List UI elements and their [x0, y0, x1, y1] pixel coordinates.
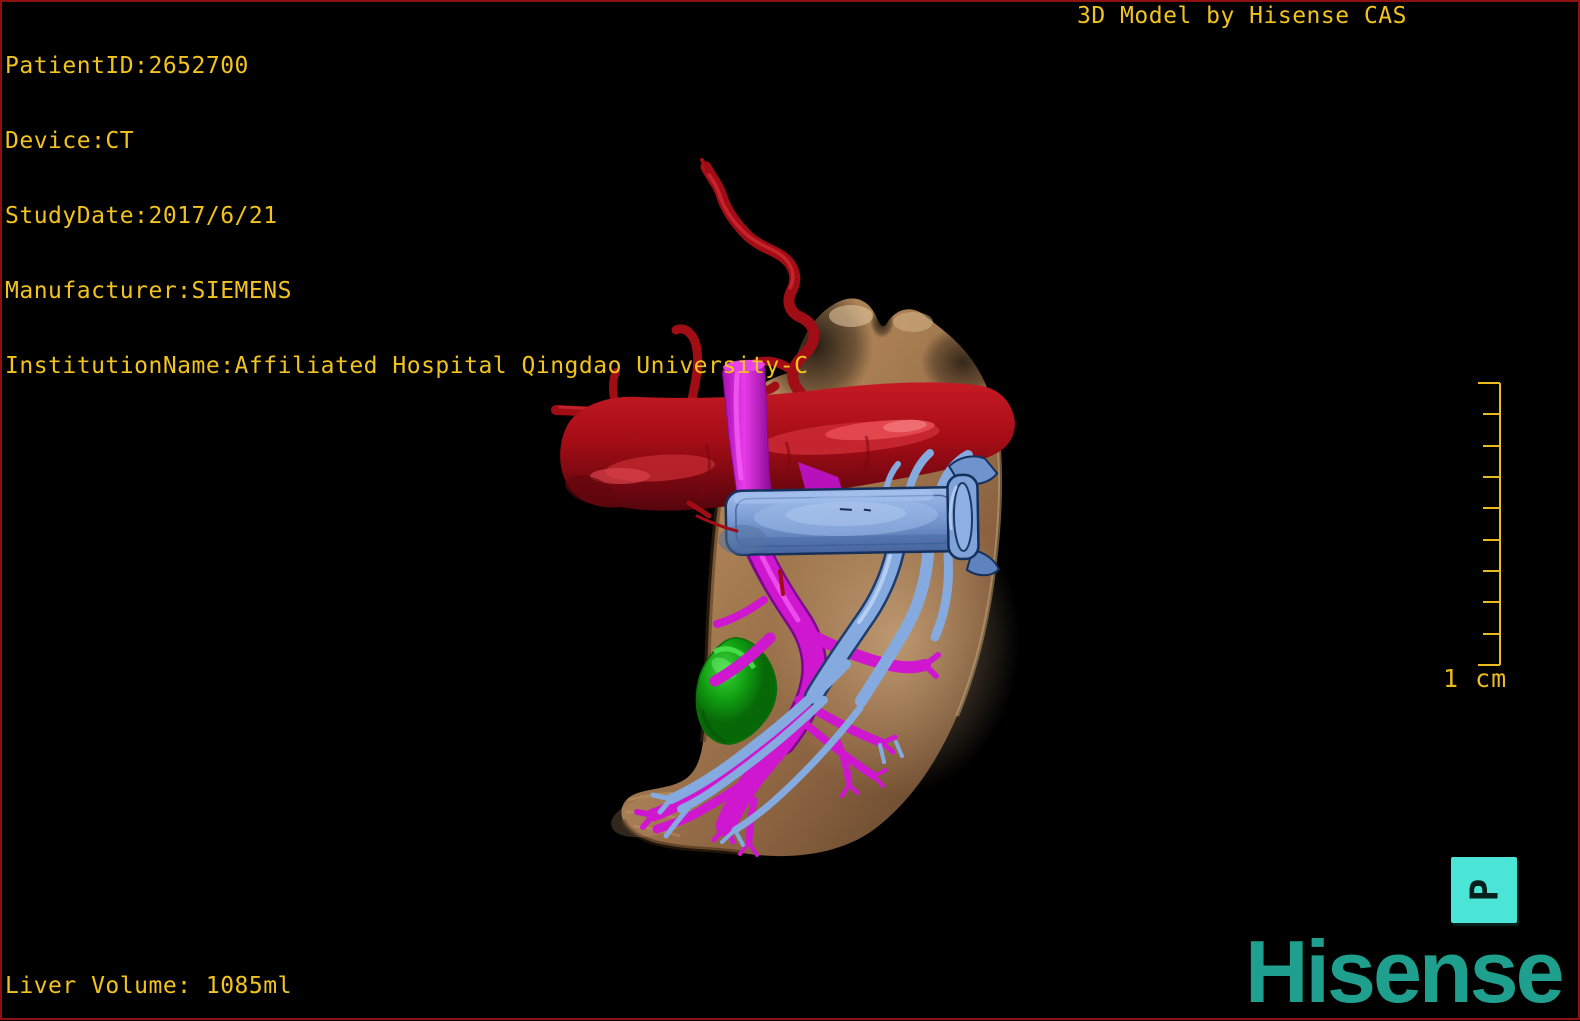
- liver-volume-label: Liver Volume: 1085ml: [5, 973, 292, 999]
- device-line: Device:CT: [5, 128, 135, 154]
- study-date-line: StudyDate:2017/6/21: [5, 203, 278, 229]
- patient-info-overlay: PatientID:2652700 Device:CT StudyDate:20…: [5, 4, 808, 429]
- orientation-marker[interactable]: P: [1451, 857, 1517, 923]
- watermark-title: 3D Model by Hisense CAS: [1077, 3, 1407, 29]
- institution-line: InstitutionName:Affiliated Hospital Qing…: [5, 353, 809, 379]
- orientation-letter: P: [1461, 878, 1506, 902]
- hisense-logo: Hisense: [1245, 922, 1565, 1021]
- scale-bar-label: 1 cm: [1443, 664, 1507, 693]
- viewer-screen: 1 cm PatientID:2652700 Device:CT StudyDa…: [0, 0, 1580, 1020]
- manufacturer-line: Manufacturer:SIEMENS: [5, 278, 292, 304]
- scale-bar: 1 cm: [1443, 382, 1507, 693]
- patient-id-line: PatientID:2652700: [5, 53, 249, 79]
